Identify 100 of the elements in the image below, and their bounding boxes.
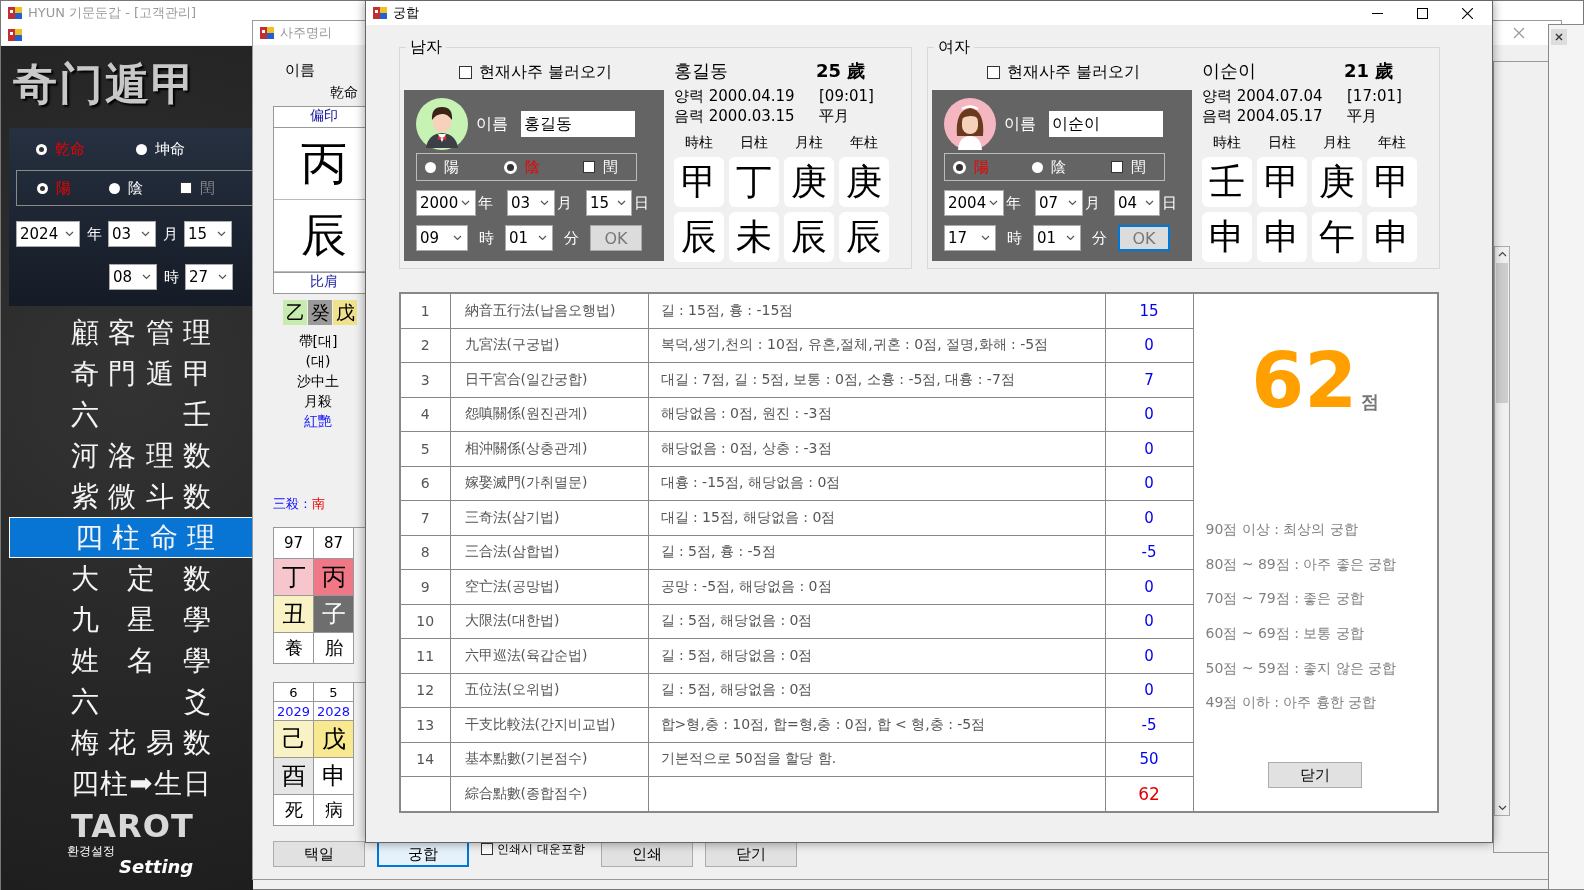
legend-text: 49점 이하 : 아주 흉한 궁합	[1205, 693, 1378, 713]
chevron-up-icon[interactable]	[1497, 251, 1507, 257]
dropdown[interactable]: 01	[505, 225, 553, 251]
table-cell: 13	[400, 707, 450, 742]
action-button[interactable]: 궁합	[377, 841, 469, 867]
total-score: 62	[1251, 346, 1358, 416]
lunar-date: 음력 2004.05.17	[1202, 106, 1324, 126]
checkbox[interactable]	[583, 161, 595, 173]
checkbox-label: 인쇄시 대운포함	[497, 840, 585, 858]
chevron-down-icon	[617, 200, 626, 206]
action-button[interactable]: 닫기	[705, 841, 797, 867]
table-cell: 基本點數(기본점수)	[450, 742, 648, 777]
age-label: 21 歲	[1344, 61, 1394, 81]
table-cell: 酉	[274, 758, 314, 795]
menu-item[interactable]: 九星學	[9, 599, 253, 640]
checkbox[interactable]	[987, 65, 1000, 79]
menu-item[interactable]: 梅花易数	[9, 722, 253, 763]
dropdown[interactable]: 17	[944, 225, 996, 251]
stem-tile: 戊	[333, 300, 357, 325]
stem-tile: 癸	[308, 300, 332, 325]
table-cell: 6	[274, 683, 314, 702]
table-cell: 空亡法(공망법)	[450, 569, 648, 604]
scrollbar[interactable]	[1494, 246, 1510, 816]
menu-item[interactable]: 六壬	[9, 394, 253, 435]
settings-link[interactable]: Setting	[119, 858, 253, 876]
menu-item[interactable]: 奇門遁甲	[9, 353, 253, 394]
maximize-icon[interactable]	[1417, 7, 1428, 19]
table-cell: 길 : 5점, 흉 : -5점	[648, 535, 1105, 570]
scroll-thumb[interactable]	[1496, 263, 1508, 403]
checkbox[interactable]	[1111, 161, 1123, 173]
menu-item[interactable]: 四柱命理	[9, 517, 253, 558]
chevron-down-icon	[989, 200, 998, 206]
chevron-down-icon	[538, 235, 547, 241]
legend-text: 70점 ~ 79점 : 좋은 궁합	[1205, 589, 1365, 609]
dropdown[interactable]: 2004	[944, 190, 1004, 216]
unit-label: 年	[85, 224, 103, 244]
birth-time: [09:01]	[819, 86, 874, 106]
radio-button[interactable]	[425, 161, 436, 173]
legend-text: 50점 ~ 59점 : 좋지 않은 궁합	[1205, 658, 1398, 678]
close-icon[interactable]	[1462, 7, 1473, 19]
table-cell: 길 : 5점, 해당없음 : 0점	[648, 638, 1105, 673]
dropdown[interactable]: 27	[185, 264, 233, 290]
tarot-link[interactable]: TAROT	[71, 808, 253, 844]
action-button[interactable]: 택일	[273, 841, 365, 867]
menu-item[interactable]: 六爻	[9, 681, 253, 722]
branch-tile: 未	[729, 212, 779, 262]
radio-label: 陽	[56, 178, 71, 198]
radio-button[interactable]	[37, 182, 48, 194]
chevron-down-icon	[142, 274, 151, 280]
checkbox[interactable]	[459, 65, 472, 79]
radio-button[interactable]	[108, 182, 120, 194]
name-field[interactable]: 이순이	[1049, 111, 1163, 137]
radio-button[interactable]	[36, 143, 47, 155]
radio-button[interactable]	[1032, 161, 1043, 173]
note-text: 沙中土	[297, 372, 339, 391]
menu-item[interactable]: 紫微斗数	[9, 476, 253, 517]
action-button[interactable]: 인쇄	[601, 841, 693, 867]
field-label: 이름	[285, 61, 316, 80]
score-cell: 15	[1105, 293, 1193, 328]
pillar-header: 時柱	[1212, 134, 1242, 152]
table-cell: 길 : 15점, 흉 : -15점	[648, 293, 1105, 328]
dropdown[interactable]: 03	[507, 190, 555, 216]
dropdown[interactable]: 15	[184, 221, 232, 247]
dropdown[interactable]: 03	[108, 221, 156, 247]
chevron-down-icon	[141, 231, 150, 237]
dropdown[interactable]: 04	[1114, 190, 1160, 216]
dropdown[interactable]: 09	[416, 225, 468, 251]
menu-item[interactable]: 四柱➡生日	[9, 763, 253, 804]
menu-item[interactable]: 顧客管理	[9, 312, 253, 353]
menu-item[interactable]: 河洛理数	[9, 435, 253, 476]
table-cell: 9	[400, 569, 450, 604]
dropdown[interactable]: 07	[1035, 190, 1083, 216]
dropdown[interactable]: 2000	[416, 190, 476, 216]
table-cell: 1	[400, 293, 450, 328]
table-cell: 丙	[314, 559, 354, 596]
settings-label: 환경설정	[67, 844, 116, 858]
radio-button[interactable]	[953, 160, 966, 174]
dropdown[interactable]: 15	[586, 190, 632, 216]
field-label: 이름	[476, 113, 509, 135]
stem-tile: 庚	[784, 157, 834, 207]
branch-tile: 申	[1367, 212, 1417, 262]
person-name: 이순이	[1202, 61, 1257, 81]
name-field[interactable]: 홍길동	[521, 111, 635, 137]
radio-button[interactable]	[504, 160, 517, 174]
unit-label: 日	[1161, 193, 1178, 213]
dropdown[interactable]: 01	[1033, 225, 1081, 251]
close-button[interactable]: 닫기	[1268, 762, 1363, 789]
checkbox[interactable]	[481, 843, 493, 855]
table-cell: 2	[400, 328, 450, 363]
radio-label: 陰	[127, 178, 143, 198]
close-button[interactable]	[1551, 29, 1567, 45]
branch-tile: 辰	[784, 212, 834, 262]
menu-item[interactable]: 姓名學	[9, 640, 253, 681]
table-cell: 怨嗔關係(원진관계)	[450, 397, 648, 432]
menu-item[interactable]: 大定数	[9, 558, 253, 599]
radio-button[interactable]	[136, 143, 147, 155]
chevron-down-icon[interactable]	[1497, 805, 1507, 811]
dropdown[interactable]: 2024	[16, 221, 80, 247]
chevron-down-icon	[1066, 235, 1075, 241]
dropdown[interactable]: 08	[109, 264, 157, 290]
